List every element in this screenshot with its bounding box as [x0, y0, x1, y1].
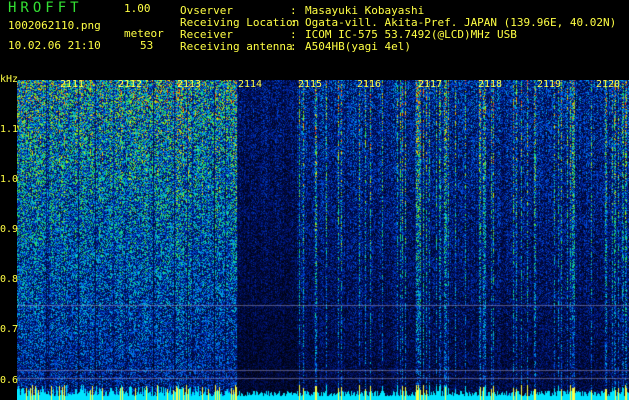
spectrogram-canvas [17, 80, 629, 400]
x-tick-label: 2114 [238, 79, 263, 90]
y-tick-label: 1.1 [0, 124, 19, 135]
x-tick-label: 2112 [118, 79, 143, 90]
y-tick-label: 0.7 [0, 324, 19, 335]
x-tick-label: 2111 [60, 79, 85, 90]
app-version: 1.00 [124, 2, 151, 15]
y-tick-label: 0.6 [0, 375, 19, 386]
info-value-antenna: A504HB(yagi 4el) [305, 40, 411, 53]
y-tick-label: 1.0 [0, 174, 19, 185]
info-separator: : [290, 40, 297, 53]
x-tick-label: 2117 [418, 79, 443, 90]
y-tick-label: 0.8 [0, 274, 19, 285]
info-label-antenna: Receiving antenna [180, 40, 293, 53]
x-tick-label: 2115 [298, 79, 323, 90]
x-tick-label: 2119 [537, 79, 562, 90]
datetime: 10.02.06 21:10 [8, 39, 101, 52]
y-axis-unit: kHz [0, 74, 19, 85]
y-axis: kHz 1.1 1.0 0.9 0.8 0.7 0.6 [0, 74, 19, 400]
app-name: HROFFT [8, 0, 83, 16]
filename: 1002062110.png [8, 19, 101, 32]
x-tick-label: 2118 [478, 79, 503, 90]
x-tick-label: 2113 [177, 79, 202, 90]
header-panel: HROFFT 1.00 1002062110.png 10.02.06 21:1… [0, 0, 629, 74]
meteor-count: 53 [140, 39, 154, 52]
x-tick-label: 2120 [596, 79, 621, 90]
spectrogram-plot [17, 80, 629, 400]
x-tick-label: 2116 [357, 79, 382, 90]
y-tick-label: 0.9 [0, 224, 19, 235]
